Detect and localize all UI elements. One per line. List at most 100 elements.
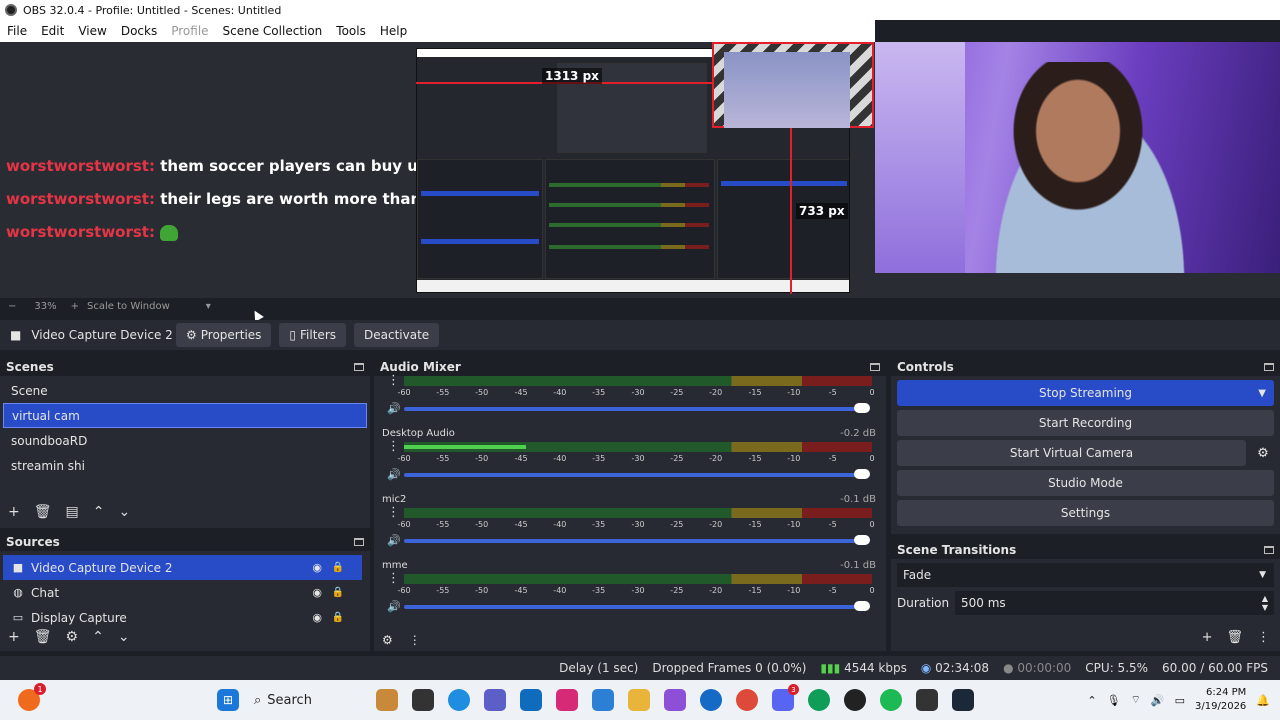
- windows-start-icon[interactable]: ⊞: [217, 689, 239, 711]
- edge-icon[interactable]: [448, 689, 470, 711]
- chevron-up-icon[interactable]: ⌃: [1087, 694, 1096, 707]
- scene-item[interactable]: soundboaRD: [3, 428, 367, 453]
- terminal-icon[interactable]: [412, 689, 434, 711]
- menu-profile[interactable]: Profile: [164, 24, 215, 38]
- notifications-icon[interactable]: 🔔: [1256, 694, 1270, 707]
- preview-canvas[interactable]: worstworstworst: them soccer players can…: [0, 42, 1280, 298]
- chrome-alt-icon[interactable]: [808, 689, 830, 711]
- menu-tools[interactable]: Tools: [329, 24, 373, 38]
- gear-icon[interactable]: ⚙: [66, 629, 79, 645]
- volume-slider[interactable]: [404, 535, 870, 545]
- menu-docks[interactable]: Docks: [114, 24, 164, 38]
- zoom-out-button[interactable]: −: [8, 301, 16, 312]
- add-source-icon[interactable]: +: [8, 629, 20, 645]
- undock-icon[interactable]: [354, 363, 364, 371]
- undock-icon[interactable]: [870, 363, 880, 371]
- more-options-icon[interactable]: ⋮: [387, 572, 400, 585]
- clock[interactable]: 6:24 PM 3/19/2026: [1195, 686, 1246, 714]
- move-up-icon[interactable]: ⌃: [93, 504, 105, 520]
- instagram-icon[interactable]: [556, 689, 578, 711]
- zoom-in-button[interactable]: +: [71, 301, 79, 312]
- menu-view[interactable]: View: [71, 24, 113, 38]
- eye-icon[interactable]: ◉: [312, 611, 322, 624]
- source-item[interactable]: ◍ Chat ◉ 🔒: [3, 580, 362, 605]
- menu-scene-collection[interactable]: Scene Collection: [216, 24, 330, 38]
- wifi-icon[interactable]: ⌔: [1131, 693, 1141, 707]
- properties-button[interactable]: ⚙ Properties: [176, 323, 272, 347]
- stop-streaming-button[interactable]: Stop Streaming ▼: [897, 380, 1274, 406]
- source-item-selected[interactable]: ■ Video Capture Device 2 ◉ 🔒: [3, 555, 362, 580]
- deactivate-button[interactable]: Deactivate: [354, 323, 440, 347]
- move-down-icon[interactable]: ⌄: [118, 629, 130, 645]
- more-options-icon[interactable]: ⋮: [387, 440, 400, 453]
- game-icon[interactable]: [916, 689, 938, 711]
- advanced-audio-icon[interactable]: ⚙: [382, 633, 393, 647]
- duration-input[interactable]: 500 ms ▲ ▼: [955, 591, 1274, 615]
- speaker-icon[interactable]: 🔊: [387, 534, 401, 547]
- more-options-icon[interactable]: ⋮: [387, 374, 400, 387]
- add-transition-icon[interactable]: +: [1202, 630, 1213, 645]
- start-virtual-camera-button[interactable]: Start Virtual Camera: [897, 440, 1246, 466]
- more-options-icon[interactable]: ⋮: [1257, 630, 1270, 645]
- lock-icon[interactable]: 🔒: [332, 612, 344, 623]
- settings-button[interactable]: Settings: [897, 500, 1274, 526]
- copilot-icon[interactable]: [664, 689, 686, 711]
- scene-item-selected[interactable]: virtual cam: [3, 403, 367, 428]
- volume-slider[interactable]: [404, 403, 870, 413]
- menu-edit[interactable]: Edit: [34, 24, 71, 38]
- undock-icon[interactable]: [354, 538, 364, 546]
- scene-item[interactable]: streamin shi: [3, 453, 367, 478]
- stepper-icon[interactable]: ▲ ▼: [1262, 594, 1268, 612]
- chevron-down-icon[interactable]: ▾: [206, 301, 211, 312]
- more-options-icon[interactable]: ⋮: [387, 506, 400, 519]
- scene-item[interactable]: Scene: [3, 378, 367, 403]
- menu-file[interactable]: File: [0, 24, 34, 38]
- slider-knob[interactable]: [854, 403, 870, 413]
- taskbar-search[interactable]: ⌕ Search: [246, 686, 366, 714]
- speaker-icon[interactable]: 🔊: [387, 402, 401, 415]
- filter-icon[interactable]: ▤: [66, 504, 79, 520]
- discord-icon[interactable]: 3: [772, 684, 799, 711]
- virtual-camera-settings-icon[interactable]: ⚙: [1252, 440, 1274, 466]
- eye-icon[interactable]: ◉: [312, 561, 322, 574]
- more-options-icon[interactable]: ⋮: [409, 633, 421, 647]
- speaker-icon[interactable]: 🔊: [387, 600, 401, 613]
- slider-knob[interactable]: [854, 469, 870, 479]
- undock-icon[interactable]: [1264, 363, 1274, 371]
- scale-mode-select[interactable]: Scale to Window: [87, 301, 170, 312]
- speaker-icon[interactable]: 🔊: [387, 468, 401, 481]
- add-scene-icon[interactable]: +: [8, 504, 20, 520]
- trash-icon[interactable]: 🗑: [34, 629, 52, 645]
- notification-app-icon[interactable]: 1: [18, 683, 46, 711]
- studio-mode-button[interactable]: Studio Mode: [897, 470, 1274, 496]
- speaker-icon[interactable]: 🔊: [1151, 694, 1165, 707]
- filters-button[interactable]: ▯ Filters: [279, 323, 347, 347]
- trash-icon[interactable]: 🗑: [1226, 630, 1243, 645]
- lock-icon[interactable]: 🔒: [332, 587, 344, 598]
- volume-slider[interactable]: [404, 601, 870, 611]
- slider-knob[interactable]: [854, 535, 870, 545]
- microphone-icon[interactable]: 🎙: [1107, 694, 1121, 707]
- undock-icon[interactable]: [1264, 546, 1274, 554]
- chevron-down-icon[interactable]: ▼: [1258, 388, 1266, 399]
- lock-icon[interactable]: 🔒: [332, 562, 344, 573]
- widget-icon[interactable]: [376, 689, 398, 711]
- menu-help[interactable]: Help: [373, 24, 414, 38]
- eye-icon[interactable]: ◉: [312, 586, 322, 599]
- move-up-icon[interactable]: ⌃: [92, 629, 104, 645]
- battery-icon[interactable]: ▭: [1175, 694, 1185, 707]
- spotify-icon[interactable]: [880, 689, 902, 711]
- store-icon[interactable]: [520, 689, 542, 711]
- slider-knob[interactable]: [854, 601, 870, 611]
- obs-taskbar-icon[interactable]: [844, 689, 866, 711]
- move-down-icon[interactable]: ⌄: [118, 504, 130, 520]
- teams-icon[interactable]: [484, 689, 506, 711]
- chrome-icon[interactable]: [736, 689, 758, 711]
- start-recording-button[interactable]: Start Recording: [897, 410, 1274, 436]
- app-icon[interactable]: [700, 689, 722, 711]
- volume-slider[interactable]: [404, 469, 870, 479]
- transition-select[interactable]: Fade ▼: [897, 563, 1274, 587]
- snip-icon[interactable]: [592, 689, 614, 711]
- steam-icon[interactable]: [952, 689, 974, 711]
- trash-icon[interactable]: 🗑: [34, 504, 52, 520]
